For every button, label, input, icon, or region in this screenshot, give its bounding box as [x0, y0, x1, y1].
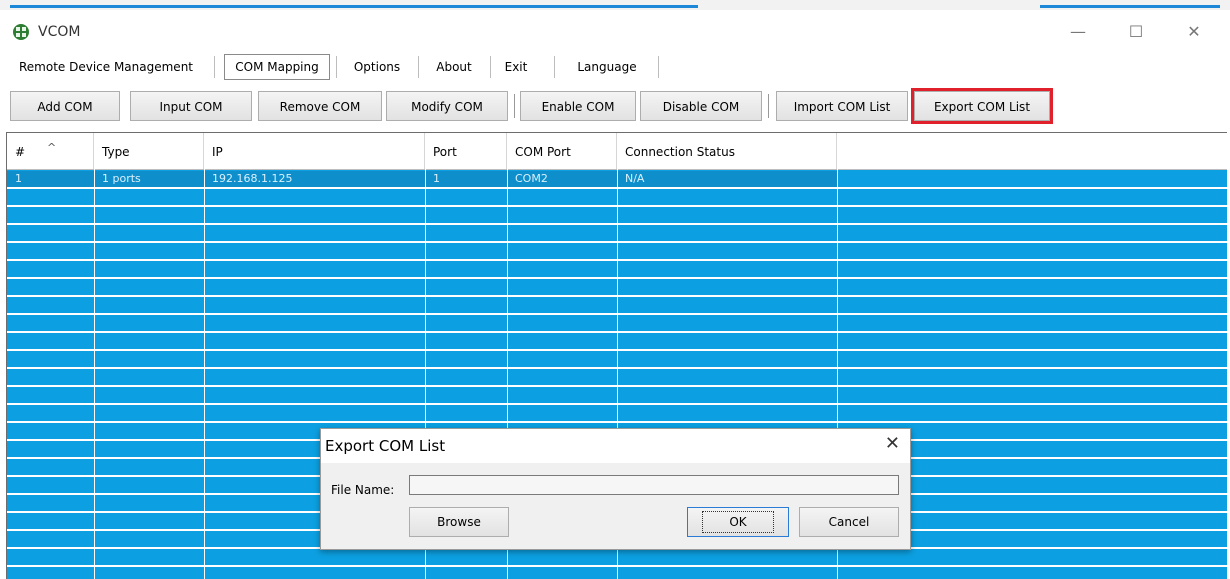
- menu-options[interactable]: Options: [344, 54, 410, 80]
- cell-port: 1: [433, 172, 440, 185]
- file-name-label: File Name:: [331, 483, 395, 497]
- menu-separator: [490, 56, 491, 78]
- menu-separator: [336, 56, 337, 78]
- cell-type: 1 ports: [102, 172, 141, 185]
- input-com-button[interactable]: Input COM: [130, 91, 252, 121]
- export-com-list-button[interactable]: Export COM List: [911, 88, 1053, 124]
- ok-button[interactable]: OK: [687, 507, 789, 537]
- column-header-com-port[interactable]: COM Port: [507, 133, 617, 169]
- toolbar-separator: [768, 94, 769, 118]
- cell-ip: 192.168.1.125: [212, 172, 293, 185]
- background-window-edge: [1040, 5, 1220, 8]
- browse-button[interactable]: Browse: [409, 507, 509, 537]
- cell-connection-status: N/A: [625, 172, 645, 185]
- cell-com-port: COM2: [515, 172, 548, 185]
- remove-com-button[interactable]: Remove COM: [258, 91, 382, 121]
- menu-separator: [418, 56, 419, 78]
- column-header-connection-status[interactable]: Connection Status: [617, 133, 837, 169]
- dialog-title: Export COM List: [325, 437, 446, 455]
- export-com-list-dialog: Export COM List ✕ File Name: Browse OK C…: [320, 428, 911, 550]
- menu-separator: [554, 56, 555, 78]
- window-title: VCOM: [38, 24, 81, 40]
- menu-exit[interactable]: Exit: [494, 54, 538, 80]
- menu-remote-device-management[interactable]: Remote Device Management: [8, 54, 204, 80]
- menu-com-mapping[interactable]: COM Mapping: [224, 54, 330, 80]
- enable-com-button[interactable]: Enable COM: [520, 91, 636, 121]
- column-divider: [204, 169, 205, 579]
- background-window-edge: [10, 5, 698, 8]
- file-name-input[interactable]: [409, 475, 899, 495]
- menu-language[interactable]: Language: [562, 54, 652, 80]
- vcom-app-icon: [13, 24, 29, 40]
- maximize-icon[interactable]: ☐: [1114, 18, 1158, 46]
- column-divider: [94, 169, 95, 579]
- column-header-number[interactable]: # ^: [7, 133, 94, 169]
- menu-about[interactable]: About: [424, 54, 484, 80]
- background-window-strip: [0, 0, 1230, 10]
- toolbar: Add COM Input COM Remove COM Modify COM …: [0, 88, 1230, 128]
- title-bar: VCOM — ☐ ✕: [0, 14, 1230, 50]
- import-com-list-button[interactable]: Import COM List: [776, 91, 908, 121]
- menu-separator: [658, 56, 659, 78]
- add-com-button[interactable]: Add COM: [10, 91, 120, 121]
- modify-com-button[interactable]: Modify COM: [386, 91, 508, 121]
- column-header-port[interactable]: Port: [425, 133, 507, 169]
- table-header: # ^ Type IP Port COM Port Connection Sta…: [7, 133, 1227, 170]
- column-header-type[interactable]: Type: [94, 133, 204, 169]
- toolbar-separator: [514, 94, 515, 118]
- minimize-icon[interactable]: —: [1056, 18, 1100, 46]
- dialog-close-icon[interactable]: ✕: [885, 433, 900, 454]
- dialog-title-bar: Export COM List ✕: [321, 429, 910, 463]
- close-icon[interactable]: ✕: [1172, 18, 1216, 46]
- cancel-button[interactable]: Cancel: [799, 507, 899, 537]
- menu-separator: [214, 56, 215, 78]
- column-header-ip[interactable]: IP: [204, 133, 425, 169]
- sort-ascending-icon: ^: [47, 141, 57, 154]
- disable-com-button[interactable]: Disable COM: [640, 91, 762, 121]
- menu-bar: Remote Device Management COM Mapping Opt…: [0, 52, 1230, 84]
- cell-number: 1: [15, 172, 22, 185]
